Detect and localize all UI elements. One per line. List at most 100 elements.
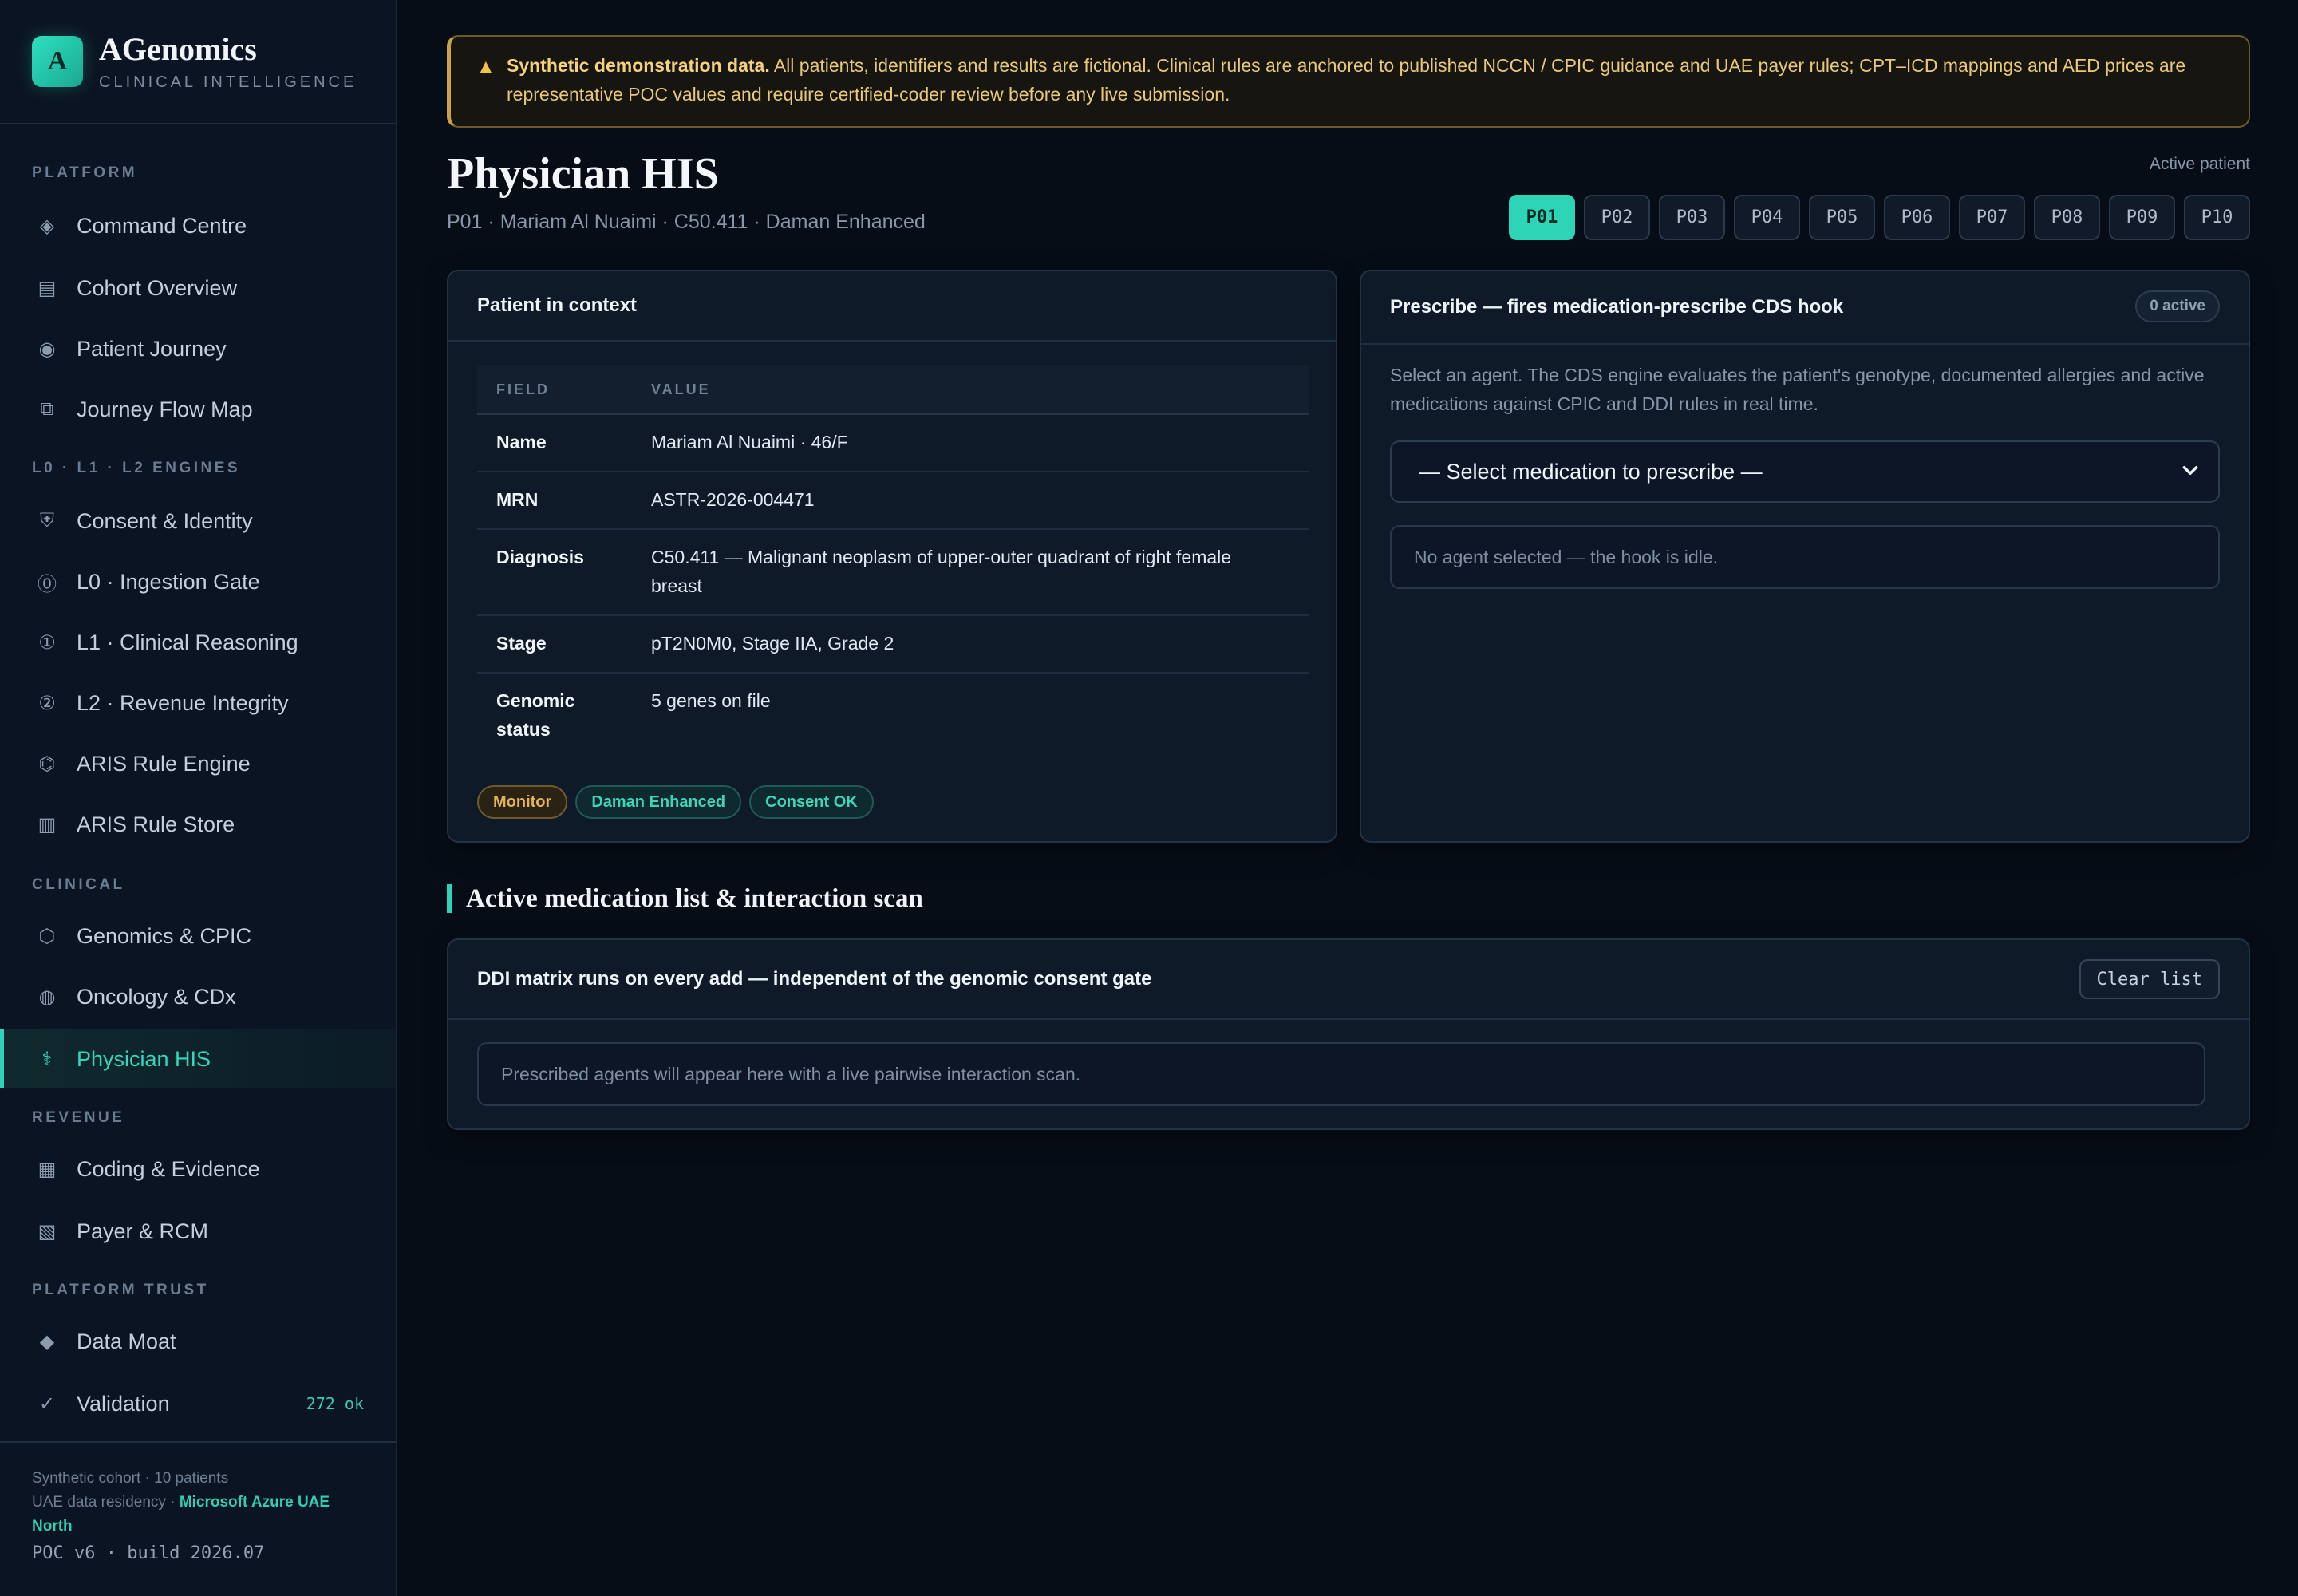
- patient-selector: P01 P02 P03 P04 P05 P06 P07 P08 P09 P10: [1509, 195, 2250, 240]
- patient-button-p06[interactable]: P06: [1884, 195, 1950, 240]
- value-stage: pT2N0M0, Stage IIA, Grade 2: [651, 633, 894, 654]
- medication-card-title: DDI matrix runs on every add — independe…: [448, 940, 2249, 1020]
- prescribe-card-title: Prescribe — fires medication-prescribe C…: [1361, 271, 2249, 345]
- patient-button-p08[interactable]: P08: [2034, 195, 2100, 240]
- grid-store-icon: ▥: [38, 813, 57, 836]
- column-header-value: VALUE: [651, 381, 711, 397]
- sidebar-item-payer-rcm[interactable]: ▧ Payer & RCM: [0, 1202, 396, 1261]
- section-revenue: REVENUE: [32, 1109, 125, 1126]
- circled-zero-icon: ⓪: [38, 573, 57, 595]
- table-row: Genomic status 5 genes on file: [477, 674, 1309, 757]
- patient-button-p09[interactable]: P09: [2109, 195, 2175, 240]
- synthetic-data-alert: ▲ Synthetic demonstration data. All pati…: [447, 35, 2250, 128]
- sidebar-item-label: Validation: [77, 1391, 170, 1416]
- patient-button-p01[interactable]: P01: [1509, 195, 1575, 240]
- sidebar-item-label: Genomics & CPIC: [77, 923, 252, 948]
- status-badge-monitor: Monitor: [477, 785, 568, 819]
- cohort-info: Synthetic cohort · 10 patients: [32, 1470, 229, 1487]
- sidebar-item-consent-identity[interactable]: ⛨ Consent & Identity: [0, 492, 396, 551]
- sidebar-item-label: ARIS Rule Store: [77, 812, 235, 836]
- sidebar: A AGenomics CLINICAL INTELLIGENCE PLATFO…: [0, 0, 397, 1596]
- patient-button-p05[interactable]: P05: [1809, 195, 1875, 240]
- page-title: Physician HIS: [447, 149, 719, 199]
- table-row: Diagnosis C50.411 — Malignant neoplasm o…: [477, 530, 1309, 616]
- patient-button-p07[interactable]: P07: [1959, 195, 2025, 240]
- section-platform: PLATFORM: [32, 164, 138, 181]
- sidebar-item-label: Patient Journey: [77, 336, 227, 361]
- sidebar-item-label: Oncology & CDx: [77, 984, 236, 1009]
- sidebar-item-journey-flow-map[interactable]: ⧉ Journey Flow Map: [0, 380, 396, 439]
- patient-card-title: Patient in context: [448, 271, 1336, 342]
- hexagon-rules-icon: ⌬: [38, 753, 56, 775]
- sidebar-item-patient-journey[interactable]: ◉ Patient Journey: [0, 319, 396, 378]
- active-patient-label: Active patient: [2149, 155, 2250, 173]
- sidebar-item-aris-rule-store[interactable]: ▥ ARIS Rule Store: [0, 795, 396, 854]
- dotted-circle-icon: ◍: [38, 986, 56, 1008]
- table-row: Stage pT2N0M0, Stage IIA, Grade 2: [477, 616, 1309, 674]
- chevron-down-icon: [2182, 466, 2198, 476]
- patient-tags: Monitor Daman Enhanced Consent OK: [477, 785, 874, 819]
- patient-button-p04[interactable]: P04: [1734, 195, 1800, 240]
- sidebar-item-l1-clinical-reasoning[interactable]: ① L1 · Clinical Reasoning: [0, 613, 396, 672]
- square-grid-icon: ▦: [38, 1158, 57, 1180]
- clear-list-button[interactable]: Clear list: [2079, 959, 2220, 999]
- value-mrn: ASTR-2026-004471: [651, 489, 815, 510]
- medication-section-title: Active medication list & interaction sca…: [447, 884, 923, 913]
- brand-logo: A: [32, 36, 83, 87]
- warning-icon: ▲: [476, 56, 496, 77]
- sidebar-item-aris-rule-engine[interactable]: ⌬ ARIS Rule Engine: [0, 734, 396, 793]
- sidebar-item-label: Coding & Evidence: [77, 1156, 260, 1181]
- column-header-field: FIELD: [496, 381, 550, 397]
- sidebar-item-data-moat[interactable]: ◆ Data Moat: [0, 1312, 396, 1371]
- sidebar-item-label: Consent & Identity: [77, 508, 253, 533]
- sidebar-item-genomics-cpic[interactable]: ⬡ Genomics & CPIC: [0, 907, 396, 966]
- sidebar-item-command-centre[interactable]: ◈ Command Centre: [0, 196, 396, 255]
- sidebar-item-oncology-cdx[interactable]: ◍ Oncology & CDx: [0, 967, 396, 1026]
- hatched-square-icon: ▧: [38, 1220, 57, 1242]
- section-engines: L0 · L1 · L2 ENGINES: [32, 460, 241, 476]
- sidebar-item-label: Command Centre: [77, 213, 247, 238]
- hexagon-icon: ⬡: [38, 925, 56, 947]
- caduceus-icon: ⚕: [41, 1048, 53, 1070]
- patient-button-p02[interactable]: P02: [1584, 195, 1650, 240]
- table-icon: ▤: [38, 277, 57, 299]
- field-diagnosis: Diagnosis: [496, 547, 584, 567]
- medication-select[interactable]: — Select medication to prescribe —: [1390, 440, 2220, 503]
- status-badge-consent: Consent OK: [749, 785, 874, 819]
- check-icon: ✓: [38, 1393, 56, 1415]
- patient-button-p10[interactable]: P10: [2184, 195, 2250, 240]
- patient-button-p03[interactable]: P03: [1659, 195, 1725, 240]
- table-row: Name Mariam Al Nuaimi · 46/F: [477, 415, 1309, 472]
- build-info: POC v6 · build 2026.07: [32, 1543, 265, 1563]
- table-row: MRN ASTR-2026-004471: [477, 472, 1309, 530]
- sidebar-item-l2-revenue-integrity[interactable]: ② L2 · Revenue Integrity: [0, 674, 396, 733]
- sidebar-item-l0-ingestion-gate[interactable]: ⓪ L0 · Ingestion Gate: [0, 552, 396, 611]
- prescribe-card: Prescribe — fires medication-prescribe C…: [1360, 270, 2250, 843]
- sidebar-item-coding-evidence[interactable]: ▦ Coding & Evidence: [0, 1140, 396, 1199]
- value-diagnosis: C50.411 — Malignant neoplasm of upper-ou…: [651, 547, 1232, 596]
- diamond-outline-icon: ◈: [39, 215, 55, 237]
- sidebar-item-label: L0 · Ingestion Gate: [77, 569, 260, 594]
- brand-name: AGenomics: [99, 30, 257, 67]
- sidebar-item-label: L2 · Revenue Integrity: [77, 690, 289, 715]
- section-platform-trust: PLATFORM TRUST: [32, 1282, 209, 1298]
- layers-icon: ⧉: [40, 398, 54, 420]
- status-badge-payer: Daman Enhanced: [575, 785, 742, 819]
- shield-icon: ⛨: [40, 510, 54, 531]
- circled-one-icon: ①: [38, 631, 56, 654]
- value-name: Mariam Al Nuaimi · 46/F: [651, 432, 848, 452]
- medication-select-value: — Select medication to prescribe —: [1419, 459, 1763, 484]
- residency-info: UAE data residency · Microsoft Azure UAE…: [32, 1491, 364, 1539]
- field-genomic-status: Genomic status: [496, 690, 575, 740]
- brand[interactable]: A AGenomics CLINICAL INTELLIGENCE: [0, 0, 396, 124]
- alert-title: Synthetic demonstration data.: [507, 55, 770, 76]
- sidebar-item-validation[interactable]: ✓ Validation 272 ok: [0, 1374, 396, 1433]
- sidebar-item-label: Physician HIS: [77, 1046, 211, 1071]
- value-genomic-status: 5 genes on file: [651, 690, 771, 711]
- sidebar-item-label: ARIS Rule Engine: [77, 751, 251, 776]
- sidebar-item-cohort-overview[interactable]: ▤ Cohort Overview: [0, 259, 396, 318]
- field-name: Name: [496, 432, 547, 452]
- sidebar-item-physician-his[interactable]: ⚕ Physician HIS: [0, 1029, 396, 1088]
- field-stage: Stage: [496, 633, 547, 654]
- sidebar-footer: Synthetic cohort · 10 patients UAE data …: [0, 1441, 396, 1596]
